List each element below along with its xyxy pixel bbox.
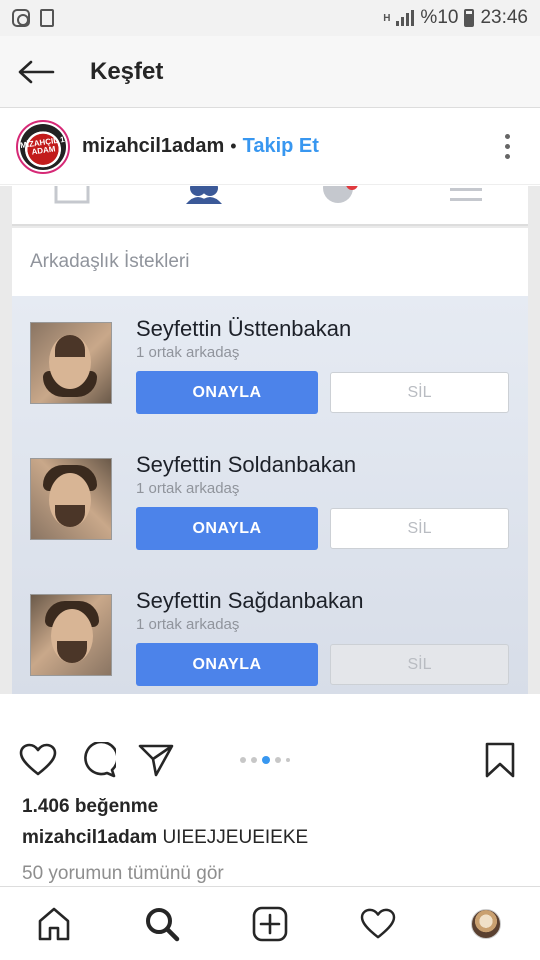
fb-globe-icon bbox=[323, 186, 358, 203]
search-icon bbox=[146, 907, 180, 941]
carousel-dot bbox=[286, 758, 290, 762]
friend-requests-title: Arkadaşlık İstekleri bbox=[12, 228, 528, 296]
nav-new-post[interactable] bbox=[245, 899, 295, 949]
confirm-button: ONAYLA bbox=[136, 371, 318, 414]
save-button[interactable] bbox=[480, 740, 520, 780]
battery-percent: %10 bbox=[420, 7, 459, 28]
friend-request-list: Seyfettin Üsttenbakan 1 ortak arkadaş ON… bbox=[12, 296, 528, 694]
carousel-dot bbox=[251, 757, 257, 763]
request-photo bbox=[30, 322, 112, 404]
request-name: Seyfettin Üsttenbakan bbox=[136, 316, 352, 341]
friend-request-row: Seyfettin Üsttenbakan 1 ortak arkadaş ON… bbox=[12, 296, 528, 432]
separator-dot: • bbox=[230, 136, 237, 156]
fb-menu-icon bbox=[450, 188, 482, 201]
view-all-comments-link[interactable]: 50 yorumun tümünü gör bbox=[22, 863, 224, 885]
request-photo bbox=[30, 594, 112, 676]
author-avatar[interactable]: MİZAHÇIL 1 ADAM bbox=[16, 119, 70, 174]
delete-button: SİL bbox=[330, 508, 509, 549]
request-mutual: 1 ortak arkadaş bbox=[136, 480, 240, 497]
page-title: Keşfet bbox=[90, 57, 164, 85]
friend-request-row: Seyfettin Soldanbakan 1 ortak arkadaş ON… bbox=[12, 432, 528, 568]
add-post-icon bbox=[252, 906, 288, 941]
nav-search[interactable] bbox=[137, 899, 187, 949]
profile-avatar bbox=[471, 908, 501, 939]
request-mutual: 1 ortak arkadaş bbox=[136, 616, 240, 633]
friend-request-row: Seyfettin Sağdanbakan 1 ortak arkadaş ON… bbox=[12, 568, 528, 694]
nav-home[interactable] bbox=[29, 899, 79, 949]
status-bar: H %10 23:46 bbox=[0, 0, 540, 36]
avatar-logo-text: MİZAHÇIL 1 ADAM bbox=[19, 134, 66, 157]
back-button[interactable] bbox=[0, 36, 72, 108]
fb-friends-icon bbox=[186, 186, 222, 204]
author-username[interactable]: mizahcil1adam bbox=[82, 135, 224, 158]
post-header: MİZAHÇIL 1 ADAM mizahcil1adam • Takip Et bbox=[0, 109, 540, 185]
request-name: Seyfettin Soldanbakan bbox=[136, 452, 357, 477]
like-button[interactable] bbox=[18, 740, 58, 780]
clock: 23:46 bbox=[480, 7, 528, 28]
post-actions bbox=[0, 738, 540, 782]
bookmark-icon bbox=[485, 742, 515, 778]
post-image[interactable]: Arkadaşlık İstekleri Seyfettin Üsttenbak… bbox=[0, 186, 540, 694]
more-options-button[interactable] bbox=[505, 134, 510, 159]
fb-news-icon bbox=[54, 186, 90, 204]
instagram-notification-icon bbox=[12, 9, 30, 27]
confirm-button: ONAYLA bbox=[136, 643, 318, 686]
more-vertical-icon bbox=[505, 134, 510, 139]
carousel-dot-active bbox=[262, 756, 270, 764]
carousel-dot bbox=[240, 757, 246, 763]
caption-text: UIEEJJEUEIEKE bbox=[162, 827, 309, 848]
request-photo bbox=[30, 458, 112, 540]
comment-button[interactable] bbox=[78, 740, 118, 780]
signal-icon bbox=[396, 10, 415, 26]
carousel-dot bbox=[275, 757, 281, 763]
bottom-nav bbox=[0, 886, 540, 960]
delete-button: SİL bbox=[330, 372, 509, 413]
send-icon bbox=[138, 744, 174, 777]
carousel-indicator bbox=[240, 756, 290, 764]
request-mutual: 1 ortak arkadaş bbox=[136, 344, 240, 361]
arrow-left-icon bbox=[18, 60, 55, 83]
request-name: Seyfettin Sağdanbakan bbox=[136, 588, 364, 613]
share-button[interactable] bbox=[136, 740, 176, 780]
heart-icon bbox=[19, 743, 57, 776]
like-count[interactable]: 1.406 beğenme bbox=[22, 796, 158, 818]
comment-icon bbox=[84, 742, 116, 778]
network-type: H bbox=[383, 12, 391, 24]
home-icon bbox=[38, 907, 70, 940]
delete-button: SİL bbox=[330, 644, 509, 685]
battery-icon bbox=[464, 9, 475, 27]
fb-tab-bar bbox=[12, 186, 528, 226]
top-bar: Keşfet bbox=[0, 36, 540, 108]
nav-profile[interactable] bbox=[461, 899, 511, 949]
follow-button[interactable]: Takip Et bbox=[243, 135, 319, 158]
confirm-button: ONAYLA bbox=[136, 507, 318, 550]
activity-heart-icon bbox=[360, 908, 396, 938]
nav-activity[interactable] bbox=[353, 899, 403, 949]
caption-username[interactable]: mizahcil1adam bbox=[22, 827, 157, 848]
post-caption: mizahcil1adam UIEEJJEUEIEKE bbox=[22, 827, 308, 849]
gallery-notification-icon bbox=[40, 9, 54, 27]
